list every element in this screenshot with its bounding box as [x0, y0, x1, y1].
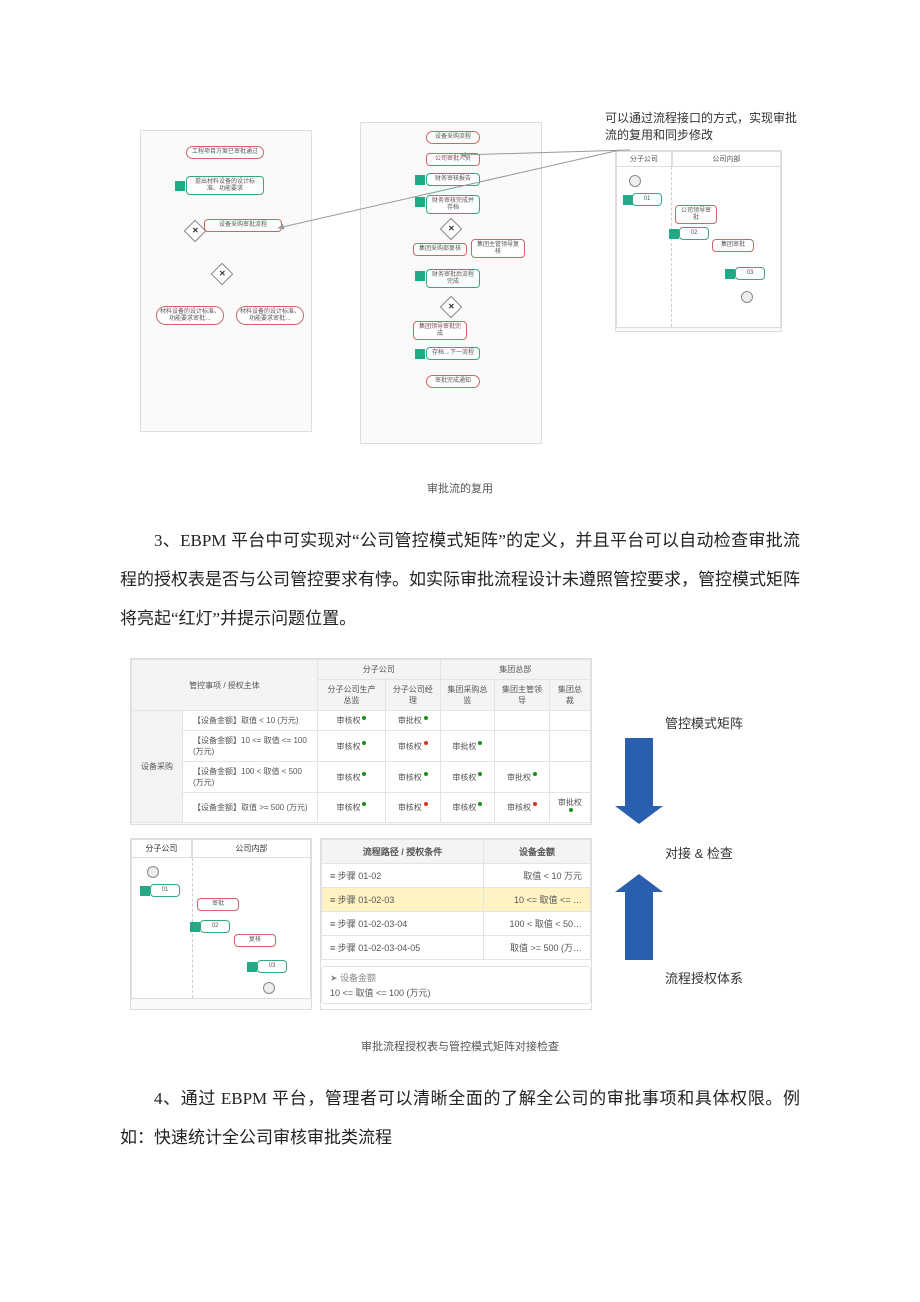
- status-dot-red: [424, 802, 428, 806]
- status-dot-green: [362, 772, 366, 776]
- matrix-cell: 审核权: [317, 762, 385, 793]
- matrix-cell: 审批权: [495, 762, 550, 793]
- matrix-cell: 审核权: [317, 793, 385, 823]
- figure-1-caption: 审批流的复用: [120, 480, 800, 496]
- flow-step: 审批: [197, 898, 239, 911]
- arrow-up-icon: [625, 890, 653, 960]
- matrix-col: 分子公司生产总监: [317, 680, 385, 711]
- paths-panel: 流程路径 / 授权条件 设备金额 ≡ 步骤 01-02 取值 < 10 万元 ≡…: [320, 838, 592, 1010]
- matrix-cell: 审核权: [386, 793, 441, 823]
- path-row: ≡ 步骤 01-02-03-04: [322, 912, 484, 936]
- control-matrix-table: 管控事项 / 授权主体 分子公司 集团总部 分子公司生产总监 分子公司经理 集团…: [131, 659, 591, 823]
- end-event-icon: [263, 982, 275, 994]
- swimlane-header: 分子公司: [131, 839, 192, 858]
- matrix-row-label: 【设备金额】取值 < 10 (万元): [183, 711, 318, 731]
- figure-2-caption: 审批流程授权表与管控模式矩阵对接检查: [120, 1038, 800, 1054]
- path-value: 100 < 取值 < 50…: [484, 912, 591, 936]
- condition-value: 10 <= 取值 <= 100 (万元): [330, 986, 582, 999]
- figure-matrix-check: 管控事项 / 授权主体 分子公司 集团总部 分子公司生产总监 分子公司经理 集团…: [120, 658, 800, 1028]
- matrix-cell: 审核权: [495, 793, 550, 823]
- matrix-cell: 审核权: [440, 793, 495, 823]
- condition-header: ➤ 设备金额: [330, 971, 582, 984]
- figure-approval-reuse: 可以通过流程接口的方式，实现审批流的复用和同步修改 工程项目方案已审批通过 提出…: [120, 110, 800, 470]
- tag-icon: [247, 962, 257, 972]
- status-dot-green: [478, 741, 482, 745]
- status-dot-red: [424, 741, 428, 745]
- tag-icon: [140, 886, 150, 896]
- matrix-cell: 审核权: [386, 731, 441, 762]
- path-row: ≡ 步骤 01-02-03: [322, 888, 484, 912]
- flow-step: 复核: [234, 934, 276, 947]
- path-value: 取值 >= 500 (万…: [484, 936, 591, 960]
- status-dot-green: [424, 772, 428, 776]
- swimlane-panel: 分子公司 公司内部 01 审批 02 复核 03: [130, 838, 312, 1010]
- paths-header: 设备金额: [484, 840, 591, 864]
- paths-header: 流程路径 / 授权条件: [322, 840, 484, 864]
- path-row: ≡ 步骤 01-02-03-04-05: [322, 936, 484, 960]
- status-dot-green: [533, 772, 537, 776]
- matrix-col: 集团总裁: [549, 680, 590, 711]
- matrix-panel: 管控事项 / 授权主体 分子公司 集团总部 分子公司生产总监 分子公司经理 集团…: [130, 658, 592, 825]
- matrix-cell: 审批权: [440, 731, 495, 762]
- flow-step: 03: [257, 960, 287, 973]
- flow-step: 01: [150, 884, 180, 897]
- matrix-cell: 审核权: [317, 731, 385, 762]
- status-dot-green: [424, 716, 428, 720]
- matrix-row-label: 【设备金额】10 <= 取值 <= 100 (万元): [183, 731, 318, 762]
- paragraph-3: 3、EBPM 平台中可实现对“公司管控模式矩阵”的定义，并且平台可以自动检查审批…: [120, 521, 800, 638]
- matrix-col: 集团主管领导: [495, 680, 550, 711]
- label-control-matrix: 管控模式矩阵: [665, 713, 743, 732]
- matrix-row-label: 【设备金额】取值 >= 500 (万元): [183, 793, 318, 823]
- status-dot-green: [362, 802, 366, 806]
- matrix-rowgroup: 设备采购: [132, 711, 183, 823]
- start-event-icon: [147, 866, 159, 878]
- status-dot-green: [478, 772, 482, 776]
- matrix-cell: 审核权: [440, 762, 495, 793]
- status-dot-green: [362, 741, 366, 745]
- status-dot-red: [533, 802, 537, 806]
- matrix-col: 集团采购总监: [440, 680, 495, 711]
- paths-table: 流程路径 / 授权条件 设备金额 ≡ 步骤 01-02 取值 < 10 万元 ≡…: [321, 839, 591, 960]
- matrix-row-label: 【设备金额】100 < 取值 < 500 (万元): [183, 762, 318, 793]
- arrow-down-icon: [625, 738, 653, 808]
- path-row: ≡ 步骤 01-02: [322, 864, 484, 888]
- matrix-col: 分子公司经理: [386, 680, 441, 711]
- tag-icon: [190, 922, 200, 932]
- status-dot-green: [362, 716, 366, 720]
- status-dot-green: [478, 802, 482, 806]
- label-check: 对接 & 检查: [665, 843, 733, 862]
- paragraph-4: 4、通过 EBPM 平台，管理者可以清晰全面的了解全公司的审批事项和具体权限。例…: [120, 1079, 800, 1157]
- matrix-cell: 审批权: [549, 793, 590, 823]
- matrix-header: 集团总部: [440, 660, 590, 680]
- matrix-header: 管控事项 / 授权主体: [132, 660, 318, 711]
- path-value: 取值 < 10 万元: [484, 864, 591, 888]
- flow-step: 02: [200, 920, 230, 933]
- matrix-header: 分子公司: [317, 660, 440, 680]
- path-value: 10 <= 取值 <= …: [484, 888, 591, 912]
- status-dot-green: [569, 808, 573, 812]
- label-process-auth: 流程授权体系: [665, 968, 743, 987]
- matrix-cell: 审核权: [317, 711, 385, 731]
- matrix-cell: 审批权: [386, 711, 441, 731]
- figure-1-connector-arrows: [120, 110, 800, 460]
- swimlane-header: 公司内部: [192, 839, 311, 858]
- matrix-cell: 审核权: [386, 762, 441, 793]
- condition-box: ➤ 设备金额 10 <= 取值 <= 100 (万元): [321, 966, 591, 1004]
